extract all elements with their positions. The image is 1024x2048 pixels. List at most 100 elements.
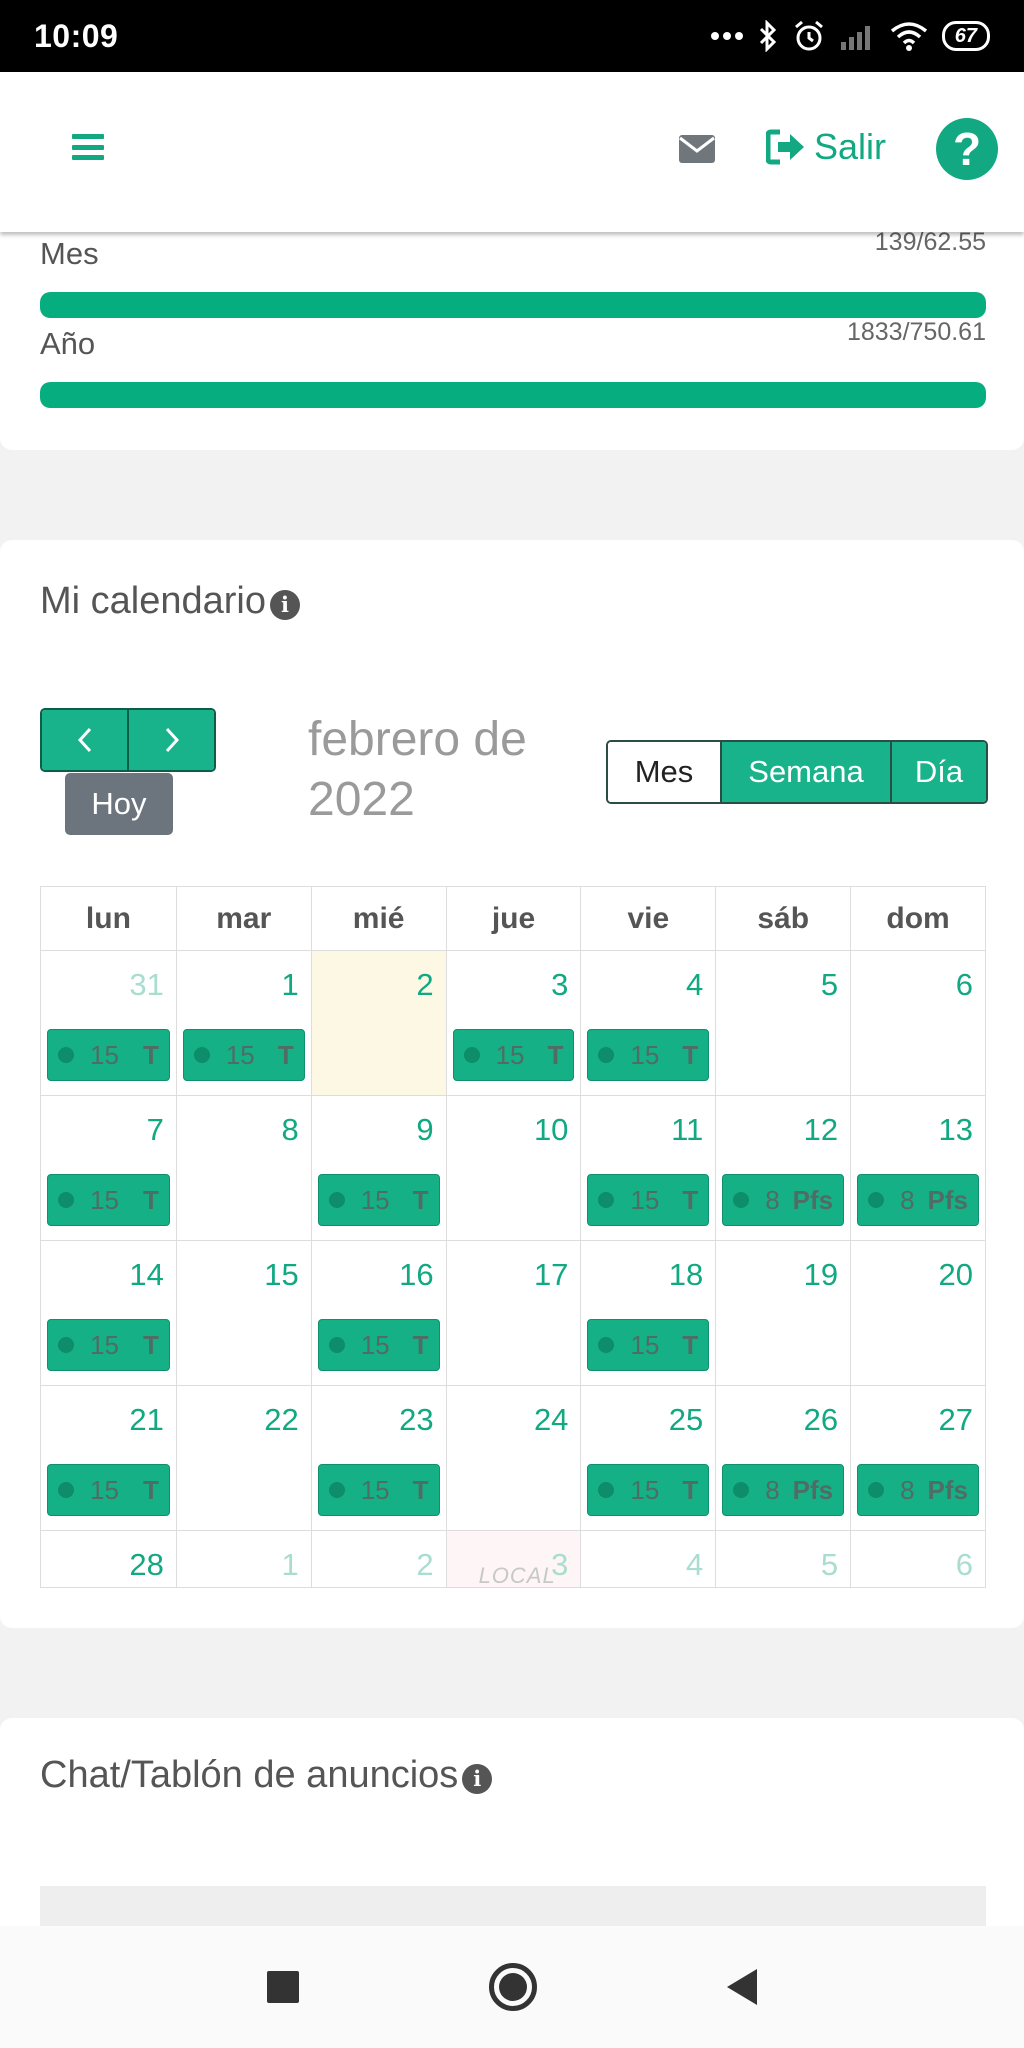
day-number[interactable]: 6 <box>956 967 973 1003</box>
calendar-event[interactable]: 15 T <box>452 1029 575 1081</box>
calendar-event[interactable]: 15 T <box>47 1319 170 1371</box>
calendar-day-cell[interactable]: 1 <box>175 1531 311 1587</box>
calendar-event[interactable]: 8 Pfs <box>722 1464 845 1516</box>
calendar-day-cell[interactable]: 3 LOCAL <box>445 1531 581 1587</box>
calendar-day-cell[interactable]: 2 <box>310 1531 446 1587</box>
day-number[interactable]: 19 <box>804 1257 838 1293</box>
calendar-event[interactable]: 15 T <box>317 1464 440 1516</box>
day-number[interactable]: 5 <box>821 967 838 1003</box>
view-day-button[interactable]: Día <box>890 742 986 802</box>
calendar-event[interactable]: 15 T <box>587 1174 710 1226</box>
day-number[interactable]: 23 <box>399 1402 433 1438</box>
day-number[interactable]: 16 <box>399 1257 433 1293</box>
next-month-button[interactable] <box>127 710 214 770</box>
calendar-day-cell[interactable]: 8 <box>175 1096 311 1240</box>
day-number[interactable]: 7 <box>147 1112 164 1148</box>
calendar-day-cell[interactable]: 2 <box>310 951 446 1095</box>
calendar-day-cell[interactable]: 20 <box>850 1241 985 1385</box>
day-number[interactable]: 21 <box>129 1402 163 1438</box>
calendar-event[interactable]: 15 T <box>47 1029 170 1081</box>
calendar-day-cell[interactable]: 15 <box>175 1241 311 1385</box>
calendar-day-cell[interactable]: 5 <box>715 951 850 1095</box>
day-number[interactable]: 1 <box>281 967 298 1003</box>
day-number[interactable]: 2 <box>416 967 433 1003</box>
calendar-day-cell[interactable]: 4 <box>580 1531 715 1587</box>
day-number[interactable]: 4 <box>686 967 703 1003</box>
menu-icon[interactable] <box>72 134 104 160</box>
day-number[interactable]: 5 <box>821 1547 838 1583</box>
day-number[interactable]: 17 <box>534 1257 568 1293</box>
calendar-day-cell[interactable]: 5 <box>715 1531 850 1587</box>
day-number[interactable]: 12 <box>804 1112 838 1148</box>
logout-button[interactable]: Salir <box>766 126 886 168</box>
day-number[interactable]: 10 <box>534 1112 568 1148</box>
day-number[interactable]: 24 <box>534 1402 568 1438</box>
home-button[interactable] <box>489 1963 537 2011</box>
calendar-event[interactable]: 15 T <box>587 1029 710 1081</box>
calendar-day-cell[interactable]: 7 15 T <box>41 1096 176 1240</box>
view-month-button[interactable]: Mes <box>608 742 720 802</box>
calendar-event[interactable]: 15 T <box>47 1174 170 1226</box>
day-number[interactable]: 31 <box>129 967 163 1003</box>
calendar-day-cell[interactable]: 17 <box>445 1241 581 1385</box>
day-number[interactable]: 28 <box>129 1547 163 1583</box>
help-button[interactable]: ? <box>936 118 998 180</box>
calendar-day-cell[interactable]: 9 15 T <box>310 1096 446 1240</box>
calendar-day-cell[interactable]: 23 15 T <box>310 1386 446 1530</box>
recents-button[interactable] <box>267 1971 299 2003</box>
day-number[interactable]: 2 <box>416 1547 433 1583</box>
view-week-button[interactable]: Semana <box>720 742 890 802</box>
calendar-day-cell[interactable]: 18 15 T <box>580 1241 715 1385</box>
back-button[interactable] <box>727 1969 757 2005</box>
calendar-day-cell[interactable]: 21 15 T <box>41 1386 176 1530</box>
day-number[interactable]: 9 <box>416 1112 433 1148</box>
calendar-day-cell[interactable]: 11 15 T <box>580 1096 715 1240</box>
prev-month-button[interactable] <box>42 710 127 770</box>
day-number[interactable]: 3 <box>551 967 568 1003</box>
calendar-event[interactable]: 15 T <box>587 1319 710 1371</box>
calendar-day-cell[interactable]: 27 8 Pfs <box>850 1386 985 1530</box>
info-icon[interactable]: i <box>462 1763 493 1794</box>
day-number[interactable]: 13 <box>939 1112 973 1148</box>
calendar-day-cell[interactable]: 4 15 T <box>580 951 715 1095</box>
calendar-day-cell[interactable]: 1 15 T <box>175 951 311 1095</box>
day-number[interactable]: 6 <box>956 1547 973 1583</box>
calendar-event[interactable]: 15 T <box>182 1029 305 1081</box>
day-number[interactable]: 26 <box>804 1402 838 1438</box>
calendar-event[interactable]: 8 Pfs <box>857 1174 979 1226</box>
day-number[interactable]: 20 <box>939 1257 973 1293</box>
calendar-day-cell[interactable]: 22 <box>175 1386 311 1530</box>
day-number[interactable]: 4 <box>686 1547 703 1583</box>
calendar-day-cell[interactable]: 19 <box>715 1241 850 1385</box>
calendar-day-cell[interactable]: 12 8 Pfs <box>715 1096 850 1240</box>
calendar-day-cell[interactable]: 24 <box>445 1386 581 1530</box>
calendar-day-cell[interactable]: 6 <box>850 1531 985 1587</box>
calendar-event[interactable]: 8 Pfs <box>722 1174 845 1226</box>
day-number[interactable]: 14 <box>129 1257 163 1293</box>
calendar-event[interactable]: 15 T <box>317 1319 440 1371</box>
calendar-day-cell[interactable]: 14 15 T <box>41 1241 176 1385</box>
day-number[interactable]: 15 <box>264 1257 298 1293</box>
info-icon[interactable]: i <box>270 589 300 620</box>
calendar-day-cell[interactable]: 26 8 Pfs <box>715 1386 850 1530</box>
calendar-day-cell[interactable]: 25 15 T <box>580 1386 715 1530</box>
calendar-event[interactable]: 15 T <box>47 1464 170 1516</box>
calendar-day-cell[interactable]: 10 <box>445 1096 581 1240</box>
calendar-event[interactable]: 15 T <box>587 1464 710 1516</box>
day-number[interactable]: 8 <box>281 1112 298 1148</box>
day-number[interactable]: 18 <box>669 1257 703 1293</box>
calendar-event[interactable]: 8 Pfs <box>857 1464 979 1516</box>
calendar-event[interactable]: 15 T <box>317 1174 440 1226</box>
day-number[interactable]: 1 <box>281 1547 298 1583</box>
day-number[interactable]: 22 <box>264 1402 298 1438</box>
calendar-day-cell[interactable]: 3 15 T <box>445 951 581 1095</box>
day-number[interactable]: 27 <box>939 1402 973 1438</box>
calendar-day-cell[interactable]: 13 8 Pfs <box>850 1096 985 1240</box>
day-number[interactable]: 25 <box>669 1402 703 1438</box>
calendar-day-cell[interactable]: 6 <box>850 951 985 1095</box>
today-button[interactable]: Hoy <box>65 773 173 835</box>
calendar-day-cell[interactable]: 16 15 T <box>310 1241 446 1385</box>
mail-icon[interactable] <box>678 134 716 169</box>
calendar-day-cell[interactable]: 31 15 T <box>41 951 176 1095</box>
calendar-day-cell[interactable]: 28 <box>41 1531 176 1587</box>
